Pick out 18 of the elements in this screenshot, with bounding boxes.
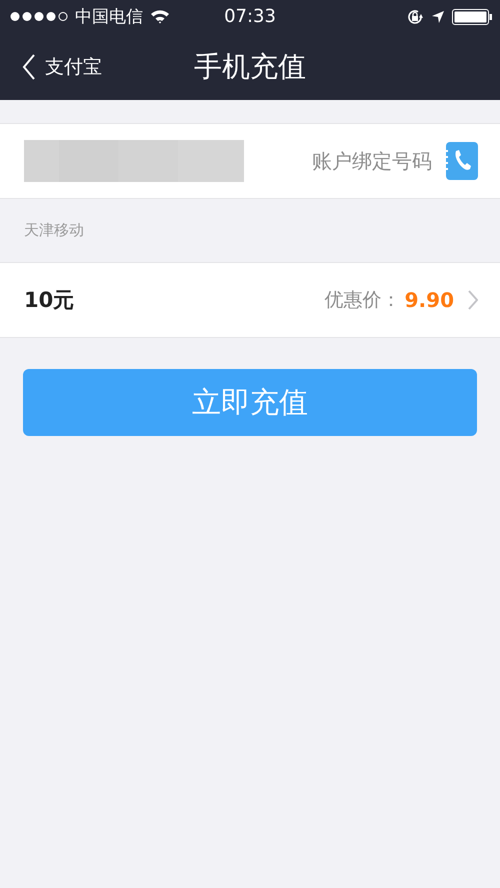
page-title: 手机充值 xyxy=(194,48,306,84)
back-button[interactable]: 支付宝 xyxy=(0,54,102,80)
bound-number-label: 账户绑定号码 xyxy=(312,148,432,174)
carrier-name: 中国电信 xyxy=(75,6,143,28)
chevron-right-icon xyxy=(468,290,478,310)
battery-icon xyxy=(452,8,492,24)
status-time: 07:33 xyxy=(224,6,276,27)
discount-price: 9.90 xyxy=(404,288,454,312)
price-label: 优惠价： xyxy=(324,288,401,313)
amount-row[interactable]: 10元 优惠价： 9.90 xyxy=(0,262,500,338)
wifi-icon xyxy=(150,9,170,24)
rotation-lock-icon xyxy=(406,8,424,26)
contacts-phone-icon[interactable] xyxy=(444,142,478,180)
signal-icon xyxy=(10,11,68,22)
amount-text: 10元 xyxy=(24,287,74,314)
back-chevron-icon xyxy=(22,54,36,80)
carrier-note: 天津移动 xyxy=(24,221,84,240)
location-icon xyxy=(431,10,445,24)
